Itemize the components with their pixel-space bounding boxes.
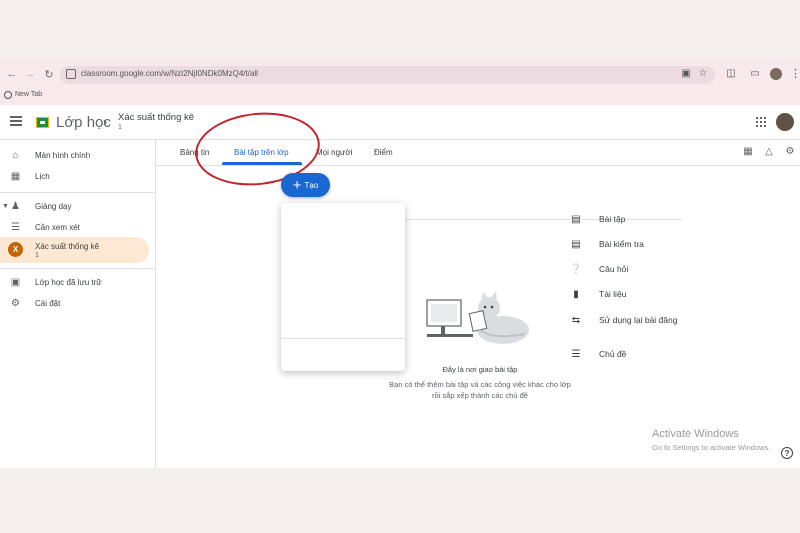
book-icon: ▮: [573, 288, 579, 300]
menu-item-assignment[interactable]: ▤ Bài tập: [281, 208, 625, 230]
sidebar-item-label: Lịch: [35, 171, 50, 181]
sidebar-divider: [0, 192, 156, 193]
google-apps-icon[interactable]: [756, 117, 766, 127]
menu-divider: [281, 338, 405, 339]
sidebar-divider: [0, 268, 156, 269]
gear-icon: ⚙: [11, 297, 20, 309]
bookmark-star-icon[interactable]: ☆: [696, 68, 710, 79]
question-icon: ❔: [569, 263, 583, 275]
class-title: Xác suất thống kê: [118, 112, 195, 123]
empty-state-title: Đây là nơi giao bài tập: [442, 365, 518, 374]
topic-divider: [405, 219, 682, 220]
calendar-icon[interactable]: ▦: [742, 146, 754, 157]
sidebar-item-label: Cài đặt: [35, 298, 61, 308]
drive-icon[interactable]: △: [763, 146, 775, 157]
forward-icon[interactable]: →: [22, 66, 38, 82]
home-icon: ⌂: [12, 149, 19, 161]
browser-profile-avatar[interactable]: [770, 68, 782, 80]
tab-people[interactable]: Mọi người: [316, 148, 352, 157]
tab-grades[interactable]: Điểm: [374, 148, 393, 157]
empty-state-description: rồi sắp xếp thành các chủ đề: [432, 391, 528, 400]
help-icon[interactable]: ?: [781, 447, 793, 459]
sidebar-item-label: Lớp học đã lưu trữ: [35, 277, 102, 287]
plus-icon: +: [292, 176, 302, 194]
gear-icon[interactable]: ⚙: [784, 146, 796, 157]
sidebar-class-subtitle: 1: [35, 252, 39, 259]
sidebar-toggle-icon[interactable]: ▭: [748, 68, 762, 79]
menu-item-label: Sử dụng lại bài đăng: [599, 315, 678, 325]
calendar-icon: ▦: [10, 170, 21, 182]
menu-item-label: Bài tập: [599, 214, 626, 224]
classroom-logo-icon[interactable]: [36, 117, 49, 128]
activate-windows-subtitle: Go to Settings to activate Windows.: [652, 443, 771, 452]
quiz-assignment-icon: ▤: [571, 238, 581, 250]
sidebar-item-archived[interactable]: ▣ Lớp học đã lưu trữ: [0, 271, 150, 293]
breadcrumb-chevron-icon: ›: [103, 114, 108, 129]
assignment-icon: ▤: [571, 213, 581, 225]
class-avatar: X: [8, 242, 23, 257]
sidebar-item-label: Màn hình chính: [35, 150, 91, 160]
topic-list-icon: ☰: [571, 348, 581, 360]
sidebar-class-title[interactable]: Xác suất thống kê: [35, 242, 99, 251]
sidebar-item-teaching[interactable]: ♟ Giảng dạy: [0, 195, 150, 217]
reload-icon[interactable]: ↻: [41, 66, 57, 82]
bookmark-new-tab[interactable]: New Tab: [15, 91, 42, 98]
menu-item-label: Chủ đề: [599, 349, 627, 359]
sidebar-item-label: Giảng dạy: [35, 201, 72, 211]
menu-item-reuse-post[interactable]: ⇆ Sử dụng lại bài đăng: [281, 309, 678, 331]
activate-windows-title: Activate Windows: [652, 428, 739, 440]
sidebar-item-calendar[interactable]: ▦ Lịch: [0, 165, 150, 187]
site-info-icon[interactable]: [66, 69, 76, 79]
menu-item-quiz[interactable]: ▤ Bài kiểm tra: [281, 233, 644, 255]
back-icon[interactable]: ←: [4, 66, 20, 82]
repeat-icon: ⇆: [571, 314, 581, 326]
archive-icon: ▣: [10, 276, 21, 288]
sidebar-item-label: Cần xem xét: [35, 222, 80, 232]
extensions-icon[interactable]: ◫: [724, 68, 738, 79]
sidebar-item-settings[interactable]: ⚙ Cài đặt: [0, 292, 150, 314]
user-avatar[interactable]: [776, 113, 794, 131]
menu-item-label: Câu hỏi: [599, 264, 629, 274]
menu-item-topic[interactable]: ☰ Chủ đề: [281, 343, 627, 365]
sidebar-item-home[interactable]: ⌂ Màn hình chính: [0, 144, 150, 166]
browser-menu-icon[interactable]: ⋮: [790, 67, 800, 80]
people-icon: ♟: [11, 200, 20, 212]
install-app-icon[interactable]: ▣: [679, 68, 693, 79]
url-text[interactable]: classroom.google.com/w/NzI2NjI0NDk0MzQ4/…: [81, 69, 258, 78]
menu-item-question[interactable]: ❔ Câu hỏi: [281, 258, 629, 280]
create-button[interactable]: + Tạo: [281, 173, 330, 197]
menu-item-label: Tài liệu: [599, 289, 627, 299]
menu-item-material[interactable]: ▮ Tài liệu: [281, 283, 626, 305]
review-icon: ☰: [11, 221, 20, 233]
menu-item-label: Bài kiểm tra: [599, 239, 644, 249]
empty-state-description: Bạn có thể thêm bài tập và các công việc…: [389, 380, 571, 389]
sidebar-item-to-review[interactable]: ☰ Cần xem xét: [0, 216, 150, 238]
class-subtitle: 1: [118, 124, 122, 131]
main-menu-icon[interactable]: [10, 116, 22, 126]
create-button-label: Tạo: [304, 180, 319, 190]
globe-icon: [4, 91, 12, 99]
empty-state-illustration: [426, 291, 529, 344]
bookmarks-bar: [0, 89, 800, 105]
